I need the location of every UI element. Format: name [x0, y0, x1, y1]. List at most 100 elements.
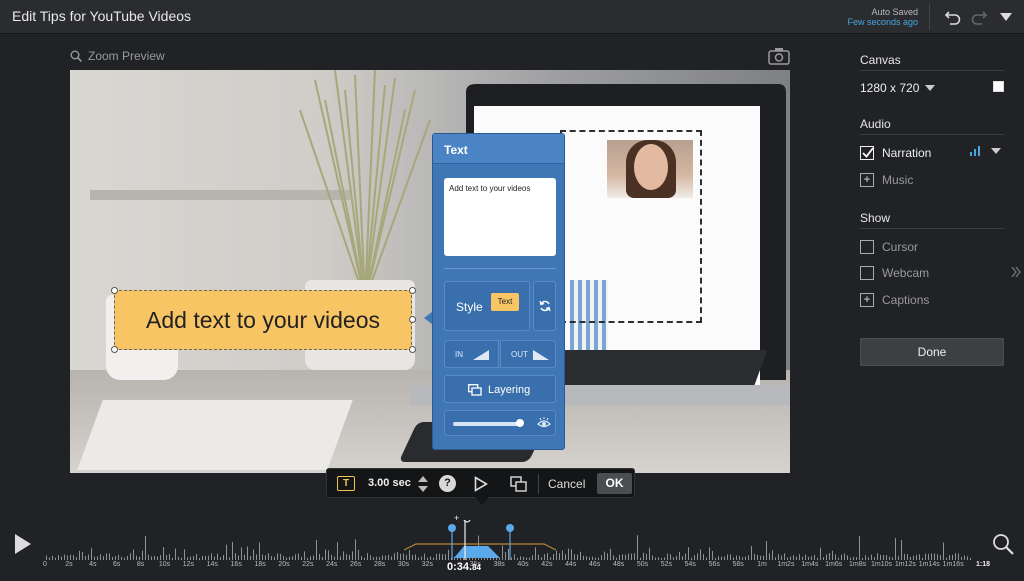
waveform-bar: [133, 549, 134, 560]
collapse-panel-icon[interactable]: [1011, 266, 1021, 278]
add-captions[interactable]: + Captions: [860, 293, 929, 307]
waveform-bar: [913, 555, 914, 560]
waveform-bar: [931, 553, 932, 560]
waveform-bar: [292, 556, 293, 560]
waveform-bar: [655, 557, 656, 560]
window-title: Edit Tips for YouTube Videos: [12, 8, 192, 24]
waveform-bar: [679, 551, 680, 560]
narration-dropdown-icon[interactable]: [991, 148, 1001, 155]
waveform-bar: [181, 557, 182, 560]
waveform-bar: [874, 557, 875, 560]
opacity-slider[interactable]: [444, 410, 556, 436]
waveform-bar: [49, 557, 50, 560]
ok-button[interactable]: OK: [597, 473, 632, 494]
text-callout[interactable]: Add text to your videos: [114, 290, 412, 350]
timeline-ruler[interactable]: 0 2s 4s 6s 8s 10s 12s 14s 16s 18s 20s 22s 24s 26s 28s 3…: [43, 561, 984, 573]
resize-handle-br[interactable]: [409, 346, 416, 353]
waveform-bar: [868, 557, 869, 560]
add-music[interactable]: + Music: [860, 173, 913, 187]
waveform-bar: [58, 555, 59, 560]
end-time: 1:18: [976, 561, 991, 568]
duplicate-icon[interactable]: [510, 476, 527, 492]
narration-checkbox[interactable]: [860, 146, 874, 160]
undo-icon[interactable]: [944, 8, 962, 26]
resize-handle-bl[interactable]: [111, 346, 118, 353]
waveform-bar: [169, 554, 170, 560]
waveform-bar: [667, 553, 668, 560]
waveform-bar: [196, 554, 197, 560]
animation-in-button[interactable]: IN: [444, 340, 499, 368]
waveform-bar: [220, 557, 221, 560]
waveform-bar: [70, 554, 71, 560]
cursor-checkbox[interactable]: [860, 240, 874, 254]
visibility-icon[interactable]: [537, 417, 551, 429]
waveform-bar: [652, 555, 653, 560]
waveform-bar: [844, 553, 845, 560]
video-preview[interactable]: Add text to your videos: [70, 70, 790, 473]
done-button[interactable]: Done: [860, 338, 1004, 366]
canvas-size-dropdown[interactable]: 1280 x 720: [860, 81, 936, 95]
waveform-bar: [439, 553, 440, 560]
waveform-bar: [148, 554, 149, 560]
text-content-input[interactable]: Add text to your videos: [444, 178, 556, 256]
waveform-bar: [646, 554, 647, 560]
cursor-toggle[interactable]: Cursor: [860, 240, 918, 254]
waveform-bar: [109, 553, 110, 560]
webcam-toggle[interactable]: Webcam: [860, 266, 929, 280]
waveform-bar: [505, 551, 506, 560]
waveform-bar: [595, 557, 596, 560]
layering-label: Layering: [488, 384, 531, 396]
timeline-play-icon[interactable]: [14, 533, 32, 555]
resize-handle-right[interactable]: [409, 316, 416, 323]
waveform-bar: [217, 553, 218, 560]
audio-level-icon[interactable]: [970, 146, 982, 156]
cancel-button[interactable]: Cancel: [548, 477, 585, 491]
duration-stepper-icon[interactable]: [418, 473, 428, 495]
timeline-tick: 52s: [660, 561, 673, 568]
resize-handle-tl[interactable]: [111, 287, 118, 294]
text-type-icon[interactable]: T: [337, 476, 355, 491]
waveform-bar: [736, 555, 737, 560]
waveform-bar: [112, 556, 113, 560]
camera-icon[interactable]: [768, 47, 790, 65]
animation-out-button[interactable]: OUT: [500, 340, 556, 368]
add-marker-icon[interactable]: +: [454, 513, 459, 523]
style-button[interactable]: Style Text: [444, 281, 530, 331]
webcam-checkbox[interactable]: [860, 266, 874, 280]
timeline-zoom-icon[interactable]: [992, 533, 1014, 555]
waveform-bar: [445, 554, 446, 560]
reset-style-button[interactable]: [533, 281, 556, 331]
waveform-bar: [961, 556, 962, 560]
waveform-bar: [97, 556, 98, 560]
waveform-bar: [337, 542, 338, 560]
waveform-bar: [928, 553, 929, 560]
waveform-bar: [247, 546, 248, 560]
waveform-bar: [625, 554, 626, 560]
play-icon[interactable]: [474, 476, 488, 492]
waveform-bar: [436, 553, 437, 560]
waveform-bar: [172, 557, 173, 560]
timeline-tick: 20s: [278, 561, 290, 568]
waveform-bar: [715, 557, 716, 560]
waveform-bar: [637, 535, 638, 560]
waveform-bar: [283, 555, 284, 560]
show-section-title: Show: [860, 211, 891, 225]
redo-icon[interactable]: [970, 8, 988, 26]
duration-value[interactable]: 3.00 sec: [368, 477, 411, 489]
opacity-thumb[interactable]: [515, 419, 524, 427]
waveform-bar: [346, 554, 347, 560]
menu-dropdown-icon[interactable]: [1000, 12, 1012, 22]
resize-handle-tr[interactable]: [409, 287, 416, 294]
help-button[interactable]: ?: [439, 475, 456, 492]
timeline-tick: 1m16s: [942, 561, 964, 568]
waveform-bar: [628, 553, 629, 560]
waveform-bar: [616, 557, 617, 560]
waveform-bar: [232, 541, 233, 560]
audio-waveform[interactable]: [44, 520, 974, 560]
layering-button[interactable]: Layering: [444, 375, 556, 403]
canvas-color-swatch[interactable]: [993, 81, 1004, 92]
narration-toggle[interactable]: Narration: [860, 146, 931, 160]
waveform-bar: [313, 555, 314, 560]
waveform-bar: [565, 554, 566, 560]
zoom-preview[interactable]: Zoom Preview: [70, 49, 165, 63]
